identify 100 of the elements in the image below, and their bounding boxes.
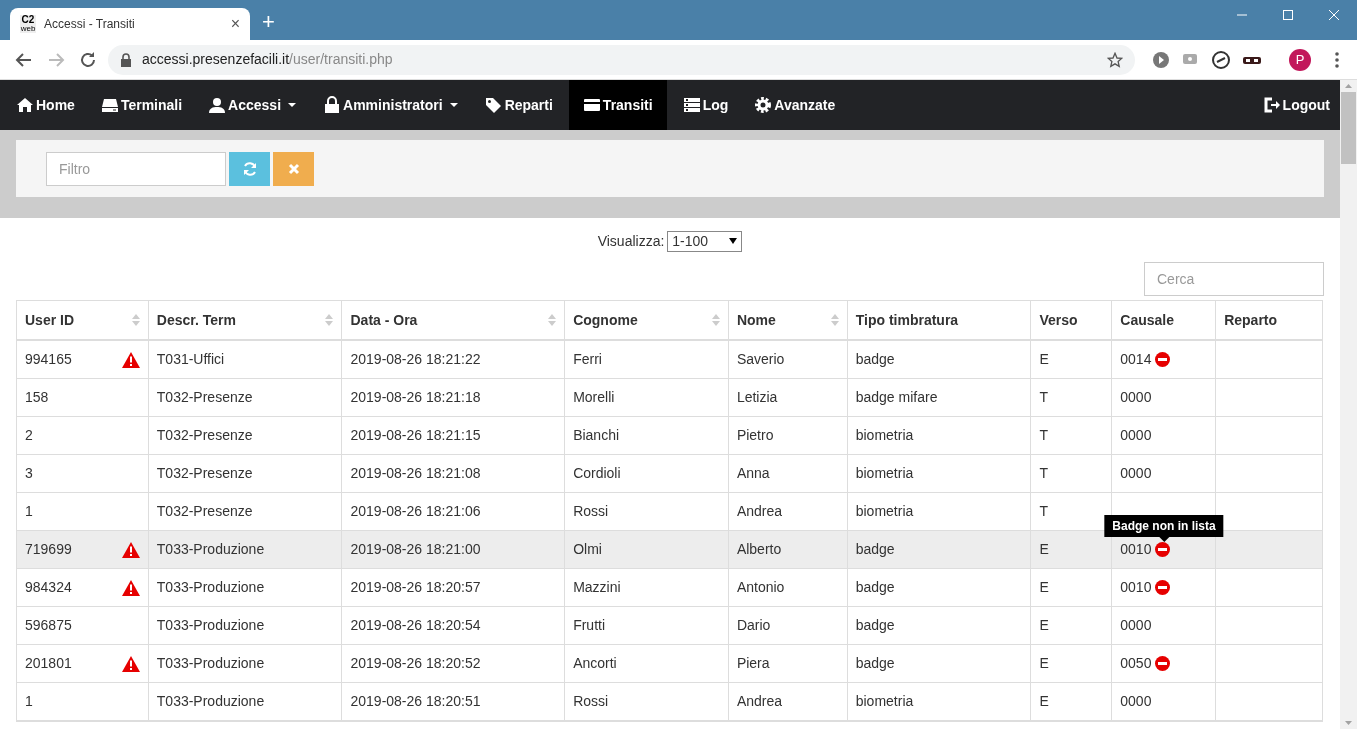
display-select[interactable]: 1-100 bbox=[667, 230, 743, 252]
close-tab-button[interactable]: × bbox=[230, 12, 240, 36]
table-cell-text: T bbox=[1039, 502, 1048, 521]
new-tab-button[interactable]: + bbox=[262, 5, 275, 38]
table-cell-text: 0010 bbox=[1120, 540, 1152, 559]
card-icon bbox=[582, 96, 601, 114]
table-cell-text: biometria bbox=[855, 426, 914, 445]
table-row[interactable]: 158 T032-Presenze 2019-08-26 18:21:18 Morelli Letizia badge mifare T 0000 bbox=[17, 379, 1322, 417]
table-row[interactable]: 2 T032-Presenze 2019-08-26 18:21:15 Bianchi Pietro biometria T 0000 bbox=[17, 417, 1322, 455]
star-icon[interactable] bbox=[1107, 51, 1123, 68]
table-cell-text: badge bbox=[855, 578, 895, 597]
nav-item[interactable]: Avanzate bbox=[744, 80, 846, 130]
user-icon bbox=[208, 96, 227, 114]
table-cell-text: Olmi bbox=[573, 540, 602, 559]
table-cell-text: T033-Produzione bbox=[156, 654, 265, 673]
table-cell-text: Antonio bbox=[736, 578, 785, 597]
tag-icon bbox=[484, 96, 503, 114]
table-cell-text: 201801 bbox=[25, 654, 72, 673]
drive-icon bbox=[100, 96, 119, 114]
table-cell-text: T032-Presenze bbox=[156, 502, 253, 521]
nav-item[interactable]: Home bbox=[6, 80, 85, 130]
table-cell-text: Alberto bbox=[736, 540, 782, 559]
table-cell-text: 719699 bbox=[25, 540, 72, 559]
nav-item[interactable]: Terminali bbox=[90, 80, 193, 130]
logout-icon bbox=[1262, 96, 1281, 114]
sort-icon[interactable] bbox=[325, 314, 334, 326]
table-cell-text: Piera bbox=[736, 654, 770, 673]
table-cell-text: E bbox=[1039, 692, 1049, 711]
table-cell-text: Bianchi bbox=[573, 426, 620, 445]
sort-icon[interactable] bbox=[711, 314, 720, 326]
address-bar[interactable]: accessi.presenzefacili.it/user/transiti.php bbox=[108, 44, 1135, 75]
table-cell-text: 2019-08-26 18:20:51 bbox=[350, 692, 481, 711]
column-header[interactable]: Nome bbox=[727, 301, 847, 339]
column-header[interactable]: User ID bbox=[17, 301, 148, 339]
play-bubble-icon[interactable] bbox=[1151, 49, 1171, 70]
table-row[interactable]: 596875 T033-Produzione 2019-08-26 18:20:54 Frutti Dario badge E 0000 bbox=[17, 607, 1322, 645]
sort-icon[interactable] bbox=[548, 314, 557, 326]
scrollbar[interactable] bbox=[1340, 80, 1357, 729]
column-header[interactable]: Cognome bbox=[564, 301, 728, 339]
table-cell-text: 2019-08-26 18:21:15 bbox=[350, 426, 481, 445]
tooltip: Badge non in lista bbox=[1104, 515, 1224, 537]
table-cell-text: Pietro bbox=[736, 426, 774, 445]
table-cell-text: biometria bbox=[855, 692, 914, 711]
table-cell-text: 2019-08-26 18:20:54 bbox=[350, 616, 481, 635]
table-cell-text: 2019-08-26 18:20:52 bbox=[350, 654, 481, 673]
table-cell-text: 596875 bbox=[25, 616, 72, 635]
table-cell-text: T032-Presenze bbox=[156, 426, 253, 445]
url-text: accessi.presenzefacili.it/user/transiti.php bbox=[142, 50, 394, 69]
sort-icon[interactable] bbox=[830, 314, 839, 326]
clear-button[interactable] bbox=[273, 151, 314, 186]
column-header[interactable]: Descr. Term bbox=[147, 301, 342, 339]
close-icon bbox=[286, 161, 301, 176]
column-header[interactable]: Causale bbox=[1111, 301, 1216, 339]
table-row[interactable]: 3 T032-Presenze 2019-08-26 18:21:08 Cordioli Anna biometria T 0000 bbox=[17, 455, 1322, 493]
home-icon bbox=[16, 96, 34, 114]
table-cell-text: 2019-08-26 18:21:22 bbox=[350, 350, 481, 369]
nav-item[interactable]: Transiti bbox=[568, 80, 667, 130]
table-row[interactable]: 994165 T031-Uffici 2019-08-26 18:21:22 Ferri Saverio badge E 0014 bbox=[17, 341, 1322, 379]
table-cell-text: 2019-08-26 18:21:08 bbox=[350, 464, 481, 483]
table-row[interactable]: 984324 T033-Produzione 2019-08-26 18:20:57 Mazzini Antonio badge E 0010 bbox=[17, 569, 1322, 607]
logout-link[interactable]: Logout bbox=[1258, 80, 1334, 130]
table-cell-text: 0000 bbox=[1120, 692, 1152, 711]
nav-item[interactable]: Amministratori bbox=[313, 80, 469, 130]
table-cell-text: 1 bbox=[25, 502, 33, 521]
tab-title: Accessi - Transiti bbox=[44, 16, 136, 33]
table-cell-text: T032-Presenze bbox=[156, 464, 253, 483]
table-row[interactable]: 1 T033-Produzione 2019-08-26 18:20:51 Rossi Andrea biometria E 0000 bbox=[17, 683, 1322, 721]
column-header[interactable]: Reparto bbox=[1215, 301, 1322, 339]
table-cell-text: badge bbox=[855, 350, 895, 369]
table-cell-text: Dario bbox=[736, 616, 771, 635]
table-cell-text: Morelli bbox=[573, 388, 615, 407]
caret-icon bbox=[729, 238, 738, 244]
table-cell-text: T bbox=[1039, 426, 1048, 445]
table-row[interactable]: 201801 T033-Produzione 2019-08-26 18:20:52 Ancorti Piera badge E 0050 bbox=[17, 645, 1322, 683]
column-header[interactable]: Tipo timbratura bbox=[846, 301, 1031, 339]
lock-icon bbox=[323, 96, 342, 114]
column-header[interactable]: Verso bbox=[1030, 301, 1112, 339]
table-cell-text: badge bbox=[855, 540, 895, 559]
table-cell-text: Frutti bbox=[573, 616, 605, 635]
nav-item[interactable]: Log bbox=[672, 80, 739, 130]
nav-item[interactable]: Accessi bbox=[198, 80, 308, 130]
table-cell-text: T032-Presenze bbox=[156, 388, 253, 407]
sort-icon[interactable] bbox=[131, 314, 140, 326]
table-cell-text: Mazzini bbox=[573, 578, 621, 597]
table-cell-text: badge bbox=[855, 616, 895, 635]
table-cell-text: Ferri bbox=[573, 350, 602, 369]
scrollbar-thumb[interactable] bbox=[1341, 92, 1356, 164]
sync-icon[interactable] bbox=[1211, 49, 1231, 70]
search-field[interactable]: Cerca bbox=[1144, 262, 1324, 296]
table-cell-text: Rossi bbox=[573, 502, 609, 521]
filter-field[interactable]: Filtro bbox=[46, 151, 226, 186]
table-cell-text: T033-Produzione bbox=[156, 616, 265, 635]
nav-item[interactable]: Reparti bbox=[474, 80, 563, 130]
table-cell-text: E bbox=[1039, 616, 1049, 635]
table-cell-text: E bbox=[1039, 540, 1049, 559]
refresh-button[interactable] bbox=[229, 151, 270, 186]
table-cell-text: T bbox=[1039, 464, 1048, 483]
avatar[interactable]: P bbox=[1289, 48, 1311, 71]
column-header[interactable]: Data - Ora bbox=[341, 301, 565, 339]
table-cell-text: E bbox=[1039, 654, 1049, 673]
